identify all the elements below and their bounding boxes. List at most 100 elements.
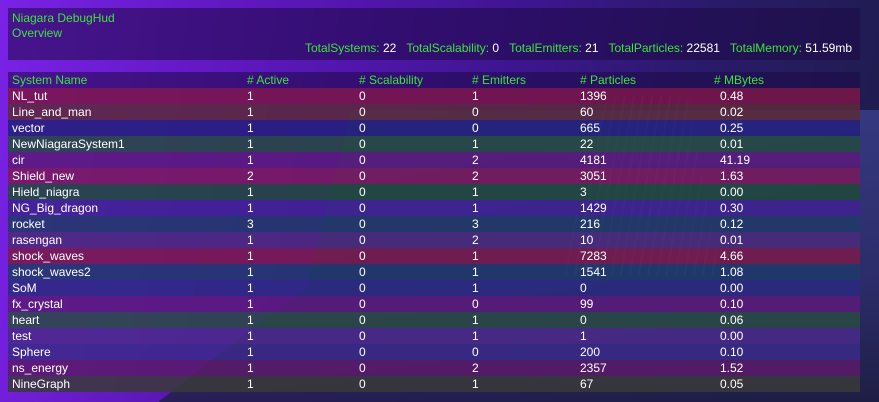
mbytes-cell: 0.10 (720, 297, 744, 311)
stat-total-emitters: TotalEmitters: 21 (509, 41, 598, 55)
system-name-cell: NineGraph (12, 377, 71, 391)
scalability-cell: 0 (359, 217, 366, 231)
table-row: Sphere 1 0 0 200 0.10 (8, 344, 860, 360)
system-name-cell: shock_waves (12, 249, 85, 263)
column-header-active: # Active (247, 73, 290, 87)
mbytes-cell: 0.06 (720, 313, 744, 327)
particles-cell: 0 (580, 281, 587, 295)
mbytes-cell: 0.05 (720, 377, 744, 391)
table-row: NG_Big_dragon 1 0 1 1429 0.30 (8, 200, 860, 216)
emitters-cell: 1 (472, 265, 479, 279)
emitters-cell: 0 (472, 297, 479, 311)
table-row: NL_tut 1 0 1 1396 0.48 (8, 88, 860, 104)
particles-cell: 216 (580, 217, 601, 231)
stat-total-particles: TotalParticles: 22581 (609, 41, 720, 55)
stat-value: 21 (585, 41, 599, 55)
scalability-cell: 0 (359, 329, 366, 343)
particles-cell: 2357 (580, 361, 607, 375)
mbytes-cell: 0.00 (720, 185, 744, 199)
emitters-cell: 0 (472, 105, 479, 119)
table-row: rasengan 1 0 2 10 0.01 (8, 232, 860, 248)
particles-cell: 67 (580, 377, 594, 391)
systems-table: System Name # Active # Scalability # Emi… (8, 72, 860, 392)
particles-cell: 1 (580, 329, 587, 343)
hud-header: Niagara DebugHud Overview TotalSystems: … (8, 8, 860, 60)
table-row: heart 1 0 1 0 0.06 (8, 312, 860, 328)
scalability-cell: 0 (359, 297, 366, 311)
particles-cell: 10 (580, 233, 594, 247)
active-cell: 1 (247, 265, 254, 279)
table-row: test 1 0 1 1 0.00 (8, 328, 860, 344)
scalability-cell: 0 (359, 153, 366, 167)
hud-subtitle: Overview (12, 26, 63, 40)
hud-title: Niagara DebugHud (12, 11, 115, 25)
particles-cell: 0 (580, 313, 587, 327)
stat-label: TotalSystems: (304, 41, 380, 55)
active-cell: 1 (247, 121, 254, 135)
system-name-cell: NG_Big_dragon (12, 201, 99, 215)
active-cell: 1 (247, 137, 254, 151)
system-name-cell: NewNiagaraSystem1 (12, 137, 125, 151)
active-cell: 1 (247, 313, 254, 327)
scalability-cell: 0 (359, 105, 366, 119)
active-cell: 1 (247, 345, 254, 359)
particles-cell: 1429 (580, 201, 607, 215)
scalability-cell: 0 (359, 361, 366, 375)
particles-cell: 3051 (580, 169, 607, 183)
scalability-cell: 0 (359, 121, 366, 135)
system-name-cell: SoM (12, 281, 37, 295)
table-row: shock_waves 1 0 1 7283 4.66 (8, 248, 860, 264)
emitters-cell: 1 (472, 329, 479, 343)
table-row: Shield_new 2 0 2 3051 1.63 (8, 168, 860, 184)
table-row: fx_crystal 1 0 0 99 0.10 (8, 296, 860, 312)
active-cell: 1 (247, 297, 254, 311)
stat-value: 0 (492, 41, 500, 55)
table-header-row: System Name # Active # Scalability # Emi… (8, 72, 860, 88)
stat-total-scalability: TotalScalability: 0 (406, 41, 499, 55)
column-header-system-name: System Name (12, 73, 88, 87)
table-row: NineGraph 1 0 1 67 0.05 (8, 376, 860, 392)
mbytes-cell: 0.48 (720, 89, 744, 103)
particles-cell: 1396 (580, 89, 607, 103)
scalability-cell: 0 (359, 233, 366, 247)
emitters-cell: 0 (472, 121, 479, 135)
emitters-cell: 1 (472, 185, 479, 199)
mbytes-cell: 0.30 (720, 201, 744, 215)
mbytes-cell: 4.66 (720, 249, 744, 263)
emitters-cell: 1 (472, 377, 479, 391)
particles-cell: 200 (580, 345, 601, 359)
active-cell: 1 (247, 233, 254, 247)
table-row: SoM 1 0 1 0 0.00 (8, 280, 860, 296)
stat-value: 22 (383, 41, 397, 55)
active-cell: 1 (247, 201, 254, 215)
scalability-cell: 0 (359, 345, 366, 359)
table-body: NL_tut 1 0 1 1396 0.48 Line_and_man 1 0 0 60 0.02 ve… (8, 88, 860, 392)
particles-cell: 1541 (580, 265, 607, 279)
stat-value: 51.59mb (805, 41, 852, 55)
mbytes-cell: 0.01 (720, 233, 744, 247)
active-cell: 1 (247, 249, 254, 263)
column-header-emitters: # Emitters (472, 73, 527, 87)
table-row: Hield_niagra 1 0 1 3 0.00 (8, 184, 860, 200)
emitters-cell: 1 (472, 313, 479, 327)
system-name-cell: heart (12, 313, 40, 327)
table-row: shock_waves2 1 0 1 1541 1.08 (8, 264, 860, 280)
system-name-cell: cir (12, 153, 25, 167)
active-cell: 1 (247, 281, 254, 295)
particles-cell: 4181 (580, 153, 607, 167)
column-header-particles: # Particles (580, 73, 637, 87)
mbytes-cell: 41.19 (720, 153, 751, 167)
system-name-cell: ns_energy (12, 361, 69, 375)
stat-label: TotalParticles: (608, 41, 684, 55)
system-name-cell: Hield_niagra (12, 185, 80, 199)
emitters-cell: 2 (472, 169, 479, 183)
emitters-cell: 2 (472, 233, 479, 247)
mbytes-cell: 0.00 (720, 329, 744, 343)
table-row: NewNiagaraSystem1 1 0 1 22 0.01 (8, 136, 860, 152)
active-cell: 1 (247, 329, 254, 343)
scalability-cell: 0 (359, 89, 366, 103)
system-name-cell: rasengan (12, 233, 63, 247)
system-name-cell: shock_waves2 (12, 265, 91, 279)
scalability-cell: 0 (359, 265, 366, 279)
scalability-cell: 0 (359, 137, 366, 151)
